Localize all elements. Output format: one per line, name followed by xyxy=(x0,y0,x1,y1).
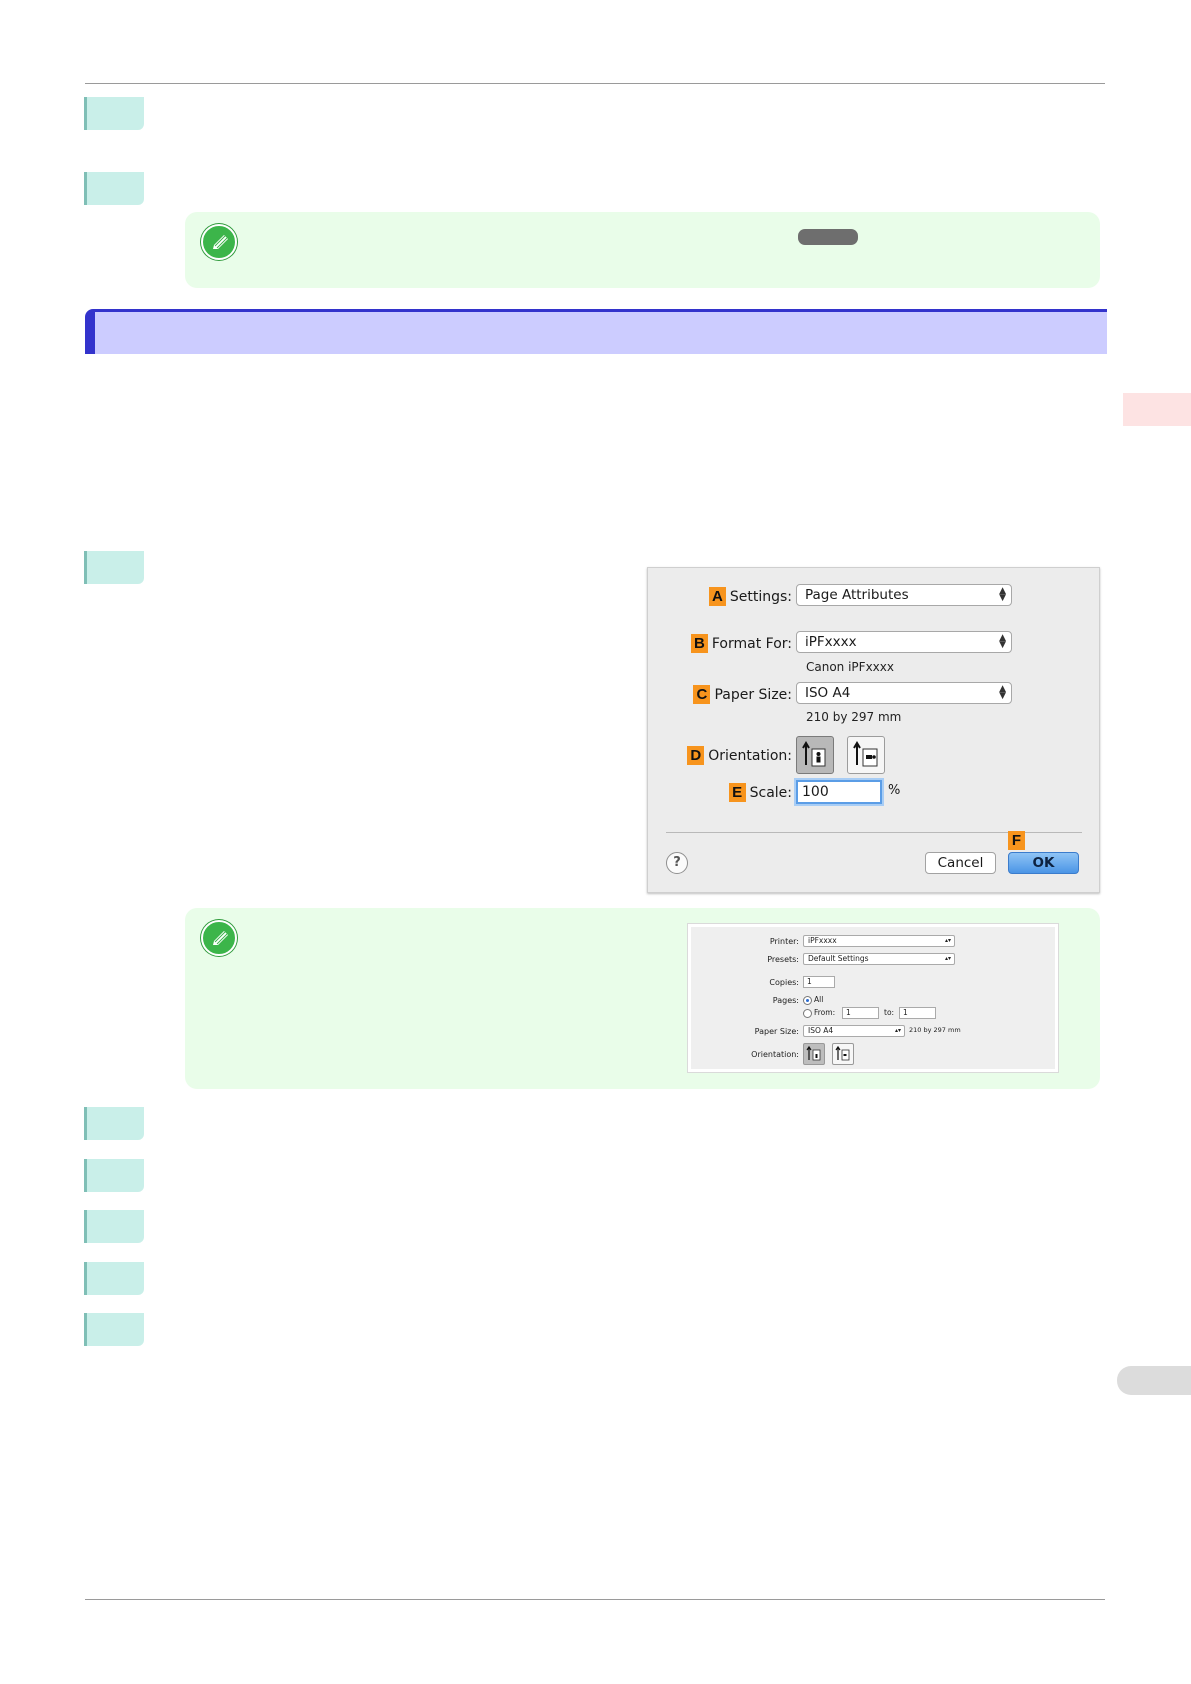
callout-badge-d: D xyxy=(687,746,705,765)
step-marker xyxy=(84,1159,144,1192)
print-dialog-preview: Printer: iPFxxxx ▴▾ Presets: Default Set… xyxy=(687,923,1061,1073)
copies-input[interactable]: 1 xyxy=(803,976,835,988)
updown-arrows-icon: ▲ ▼ xyxy=(999,684,1006,701)
paper-size-row: Paper Size: ISO A4 ▴▾ 210 by 297 mm xyxy=(691,1025,1061,1039)
step-marker xyxy=(84,1313,144,1346)
callout-badge-f: F xyxy=(1008,831,1025,850)
copies-label: Copies: xyxy=(769,978,799,987)
pages-all-radio[interactable] xyxy=(803,996,812,1005)
pages-from-label: From: xyxy=(814,1008,836,1017)
scale-unit: % xyxy=(888,783,901,798)
format-for-value: iPFxxxx xyxy=(805,634,857,650)
portrait-orientation-button[interactable] xyxy=(803,1043,825,1065)
pages-to-input[interactable]: 1 xyxy=(899,1007,936,1019)
step-marker xyxy=(84,551,144,584)
header-rule xyxy=(85,83,1105,84)
paper-size-label: Paper Size: xyxy=(754,1027,799,1036)
step-marker xyxy=(84,1262,144,1295)
pages-label: Pages: xyxy=(772,996,799,1005)
step-marker xyxy=(84,97,144,130)
callout-badge-e: E xyxy=(728,783,746,802)
pages-from-radio[interactable] xyxy=(803,1009,812,1018)
chapter-tab xyxy=(1123,393,1191,426)
presets-value: Default Settings xyxy=(808,954,869,963)
copies-row: Copies: 1 xyxy=(691,976,1061,990)
landscape-orientation-button[interactable] xyxy=(847,736,885,774)
step-marker xyxy=(84,172,144,205)
updown-arrows-icon: ▲ ▼ xyxy=(999,586,1006,603)
format-for-popup[interactable]: iPFxxxx ▲ ▼ xyxy=(796,631,1012,653)
scale-label: Scale: xyxy=(749,784,792,801)
settings-label: Settings: xyxy=(729,588,792,605)
updown-arrows-icon: ▴▾ xyxy=(894,1027,901,1034)
orientation-row: D Orientation: xyxy=(648,736,1101,776)
updown-arrows-icon: ▴▾ xyxy=(944,937,951,944)
paper-size-value: ISO A4 xyxy=(808,1026,834,1035)
section-header xyxy=(85,309,1107,354)
updown-arrows-icon: ▴▾ xyxy=(944,955,951,962)
portrait-icon xyxy=(806,1045,821,1061)
presets-row: Presets: Default Settings ▴▾ xyxy=(691,953,1061,967)
updown-arrows-icon: ▲ ▼ xyxy=(999,633,1006,650)
pencil-note-icon xyxy=(201,920,237,956)
printer-row: Printer: iPFxxxx ▴▾ xyxy=(691,935,1061,949)
format-for-printer-name: Canon iPFxxxx xyxy=(806,660,894,674)
footer-rule xyxy=(85,1599,1105,1600)
paper-size-value: ISO A4 xyxy=(805,685,851,701)
paper-size-row: C Paper Size: ISO A4 ▲ ▼ xyxy=(648,682,1101,706)
landscape-icon xyxy=(835,1045,850,1061)
printer-value: iPFxxxx xyxy=(808,936,837,945)
pages-range-row: From: 1 to: 1 xyxy=(691,1007,1061,1021)
note-box: Printer: iPFxxxx ▴▾ Presets: Default Set… xyxy=(185,908,1100,1089)
landscape-orientation-button[interactable] xyxy=(832,1043,854,1065)
printer-label: Printer: xyxy=(769,937,799,946)
landscape-icon xyxy=(853,741,878,767)
callout-badge-a: A xyxy=(708,587,726,606)
printer-popup[interactable]: iPFxxxx ▴▾ xyxy=(803,935,955,947)
step-marker xyxy=(84,1107,144,1140)
orientation-label: Orientation: xyxy=(708,747,792,764)
step-marker xyxy=(84,1210,144,1243)
page-setup-dialog: A Settings: Page Attributes ▲ ▼ B Format … xyxy=(647,567,1100,893)
pages-all-label: All xyxy=(814,995,824,1004)
format-for-row: B Format For: iPFxxxx ▲ ▼ xyxy=(648,631,1101,655)
format-for-label: Format For: xyxy=(711,635,792,652)
orientation-row: Orientation: xyxy=(691,1043,1061,1067)
presets-label: Presets: xyxy=(767,955,799,964)
pencil-note-icon xyxy=(201,224,237,260)
scale-row: E Scale: 100 % xyxy=(648,780,1101,804)
paper-size-dimensions: 210 by 297 mm xyxy=(909,1026,961,1034)
portrait-icon xyxy=(802,741,826,767)
pages-row: Pages: All xyxy=(691,994,1061,1008)
pages-from-input[interactable]: 1 xyxy=(842,1007,879,1019)
paper-size-label: Paper Size: xyxy=(714,686,792,703)
paper-size-popup[interactable]: ISO A4 ▴▾ xyxy=(803,1025,905,1037)
callout-badge-b: B xyxy=(690,634,708,653)
orientation-label: Orientation: xyxy=(751,1050,799,1059)
key-icon xyxy=(798,229,858,245)
settings-popup[interactable]: Page Attributes ▲ ▼ xyxy=(796,584,1012,606)
presets-popup[interactable]: Default Settings ▴▾ xyxy=(803,953,955,965)
note-box xyxy=(185,212,1100,288)
cancel-button[interactable]: Cancel xyxy=(925,852,996,874)
paper-size-popup[interactable]: ISO A4 ▲ ▼ xyxy=(796,682,1012,704)
ok-button[interactable]: OK xyxy=(1008,852,1079,874)
callout-badge-c: C xyxy=(693,685,711,704)
page-tab xyxy=(1117,1366,1191,1395)
settings-value: Page Attributes xyxy=(805,587,909,603)
paper-size-dimensions: 210 by 297 mm xyxy=(806,710,902,724)
pages-to-label: to: xyxy=(884,1008,895,1017)
scale-input[interactable]: 100 xyxy=(796,780,882,804)
portrait-orientation-button[interactable] xyxy=(796,736,834,774)
help-button[interactable]: ? xyxy=(666,852,688,874)
settings-row: A Settings: Page Attributes ▲ ▼ xyxy=(648,584,1101,608)
